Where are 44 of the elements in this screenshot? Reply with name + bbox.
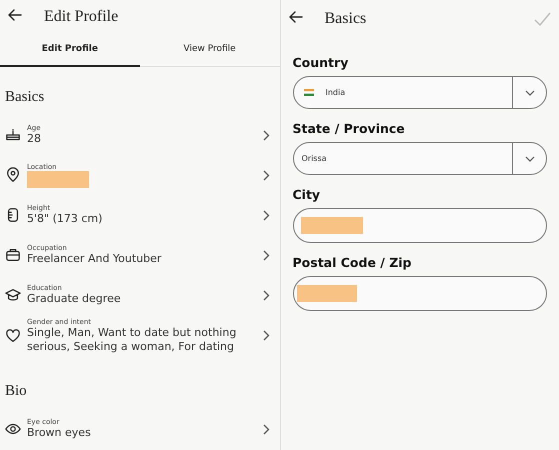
redaction-mark: [296, 285, 356, 302]
field-value: 5'8" (173 cm): [27, 212, 104, 226]
field-label: Postal Code / Zip: [292, 255, 412, 270]
graduation-cap-icon: [5, 287, 21, 303]
chevron-right-icon: [262, 250, 270, 260]
chevron-right-icon: [262, 424, 270, 434]
field-label: State / Province: [292, 121, 406, 136]
field-label: Country: [292, 55, 350, 70]
field-value: 28: [27, 132, 42, 146]
chevron-right-icon: [262, 330, 270, 341]
field-value: Graduate degree: [27, 292, 122, 306]
field-value: Single, Man, Want to date but nothing serious, Seeking a woman, For dating: [27, 326, 238, 354]
dropdown-field[interactable]: India: [292, 76, 547, 109]
chevron-right-icon: [262, 170, 270, 180]
chevron-down-icon: [524, 90, 534, 96]
screen-title: Edit Profile: [44, 8, 120, 26]
back-icon: [288, 10, 302, 24]
chevron-right-icon: [262, 210, 270, 220]
section-heading: Bio: [4, 383, 28, 400]
briefcase-icon: [5, 247, 21, 263]
flag-icon: [304, 89, 314, 96]
chevron-right-icon: [262, 130, 270, 140]
eye-icon: [5, 421, 21, 437]
chevron-right-icon: [262, 290, 270, 300]
screen-title: Basics: [324, 10, 368, 28]
redaction-mark: [300, 217, 362, 234]
field-value: Brown eyes: [27, 426, 92, 440]
heart-icon: [5, 328, 21, 344]
profile-tab[interactable]: View Profile: [140, 34, 280, 67]
profile-tab[interactable]: Edit Profile: [0, 34, 140, 67]
section-heading: Basics: [4, 89, 46, 106]
dropdown-value: Orissa: [302, 154, 327, 163]
cake-icon: [5, 127, 21, 143]
text-field[interactable]: [292, 276, 547, 311]
dropdown-value: India: [326, 88, 346, 97]
chevron-down-icon: [524, 156, 534, 162]
back-icon: [8, 8, 22, 22]
dropdown-field[interactable]: Orissa: [292, 142, 547, 175]
field-label: City: [292, 187, 322, 202]
field-value: Freelancer And Youtuber: [27, 252, 162, 266]
text-field[interactable]: [292, 208, 547, 243]
ruler-icon: [5, 207, 21, 223]
redaction-mark: [27, 170, 89, 188]
location-pin-icon: [5, 167, 21, 183]
